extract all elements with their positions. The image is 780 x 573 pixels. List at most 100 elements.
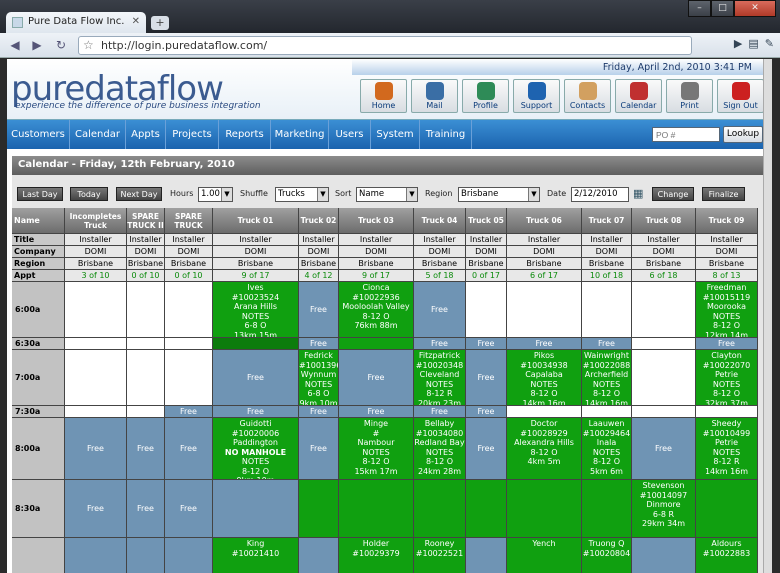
region-select[interactable]: Brisbane ▼ xyxy=(458,187,540,202)
booked-slot[interactable] xyxy=(213,338,299,350)
calendar-picker-icon[interactable]: ▦ xyxy=(633,187,643,200)
appointment-card[interactable]: Yench xyxy=(507,538,582,573)
booked-slot[interactable] xyxy=(466,480,507,538)
appointment-card[interactable]: Clayton #10022070 Petrie NOTES 8-12 O 32km 37… xyxy=(696,350,758,406)
browser-tab[interactable]: Pure Data Flow Inc. ✕ xyxy=(6,12,146,33)
free-slot[interactable]: Free xyxy=(632,418,696,480)
booked-slot[interactable] xyxy=(339,480,414,538)
free-slot[interactable]: Free xyxy=(339,406,414,418)
column-name[interactable]: Incompletes Truck xyxy=(65,208,127,234)
free-slot[interactable]: Free xyxy=(696,338,758,350)
appointment-card[interactable]: Bellaby #10034080 Redland Bay NOTES 8-12 O 24… xyxy=(414,418,466,480)
free-slot[interactable]: Free xyxy=(299,406,339,418)
empty-slot[interactable] xyxy=(65,282,127,338)
empty-slot[interactable] xyxy=(65,338,127,350)
booked-slot[interactable] xyxy=(414,480,466,538)
booked-slot[interactable] xyxy=(582,480,632,538)
free-slot[interactable]: Free xyxy=(299,418,339,480)
column-name[interactable]: SPARE TRUCK II xyxy=(127,208,165,234)
new-tab-button[interactable]: + xyxy=(151,16,169,30)
empty-slot[interactable] xyxy=(466,282,507,338)
shuffle-select[interactable]: Trucks ▼ xyxy=(275,187,329,202)
next-day-button[interactable]: Next Day xyxy=(116,187,162,201)
nav-item-projects[interactable]: Projects xyxy=(166,120,219,149)
appointment-card[interactable]: Sheedy #10010499 Petrie NOTES 8-12 R 14km 16m xyxy=(696,418,758,480)
empty-slot[interactable] xyxy=(507,406,582,418)
free-slot[interactable]: Free xyxy=(127,480,165,538)
go-icon[interactable]: ▶ xyxy=(734,37,742,50)
free-slot[interactable]: Free xyxy=(466,338,507,350)
minimize-button[interactable]: – xyxy=(688,0,711,17)
free-slot[interactable]: Free xyxy=(165,406,213,418)
empty-slot[interactable] xyxy=(127,282,165,338)
free-slot[interactable]: Free xyxy=(507,338,582,350)
booked-slot[interactable] xyxy=(696,480,758,538)
sort-select[interactable]: Name ▼ xyxy=(356,187,418,202)
free-slot[interactable]: Free xyxy=(165,418,213,480)
po-search-input[interactable] xyxy=(652,127,720,142)
free-slot[interactable]: Free xyxy=(466,418,507,480)
empty-slot[interactable] xyxy=(165,350,213,406)
free-slot[interactable]: Free xyxy=(414,282,466,338)
page-menu-icon[interactable]: ▤ xyxy=(748,37,758,50)
empty-slot[interactable] xyxy=(65,350,127,406)
appointment-card[interactable]: Holder #10029379 xyxy=(339,538,414,573)
column-name[interactable]: SPARE TRUCK xyxy=(165,208,213,234)
appointment-card[interactable]: Guidotti #10020006 Paddington NO MANHOLE NOT… xyxy=(213,418,299,480)
empty-slot[interactable] xyxy=(65,406,127,418)
appointment-card[interactable]: Wainwright #10022088 Archerfield NOTES 8-12 … xyxy=(582,350,632,406)
appointment-card[interactable]: Fitzpatrick #10020348 Cleveland NOTES 8-12 R… xyxy=(414,350,466,406)
free-slot[interactable]: Free xyxy=(127,418,165,480)
back-icon[interactable]: ◀ xyxy=(6,37,24,54)
page-scrollbar[interactable] xyxy=(763,59,772,573)
column-name[interactable]: Truck 02 xyxy=(299,208,339,234)
nav-item-training[interactable]: Training xyxy=(420,120,472,149)
column-name[interactable]: Truck 04 xyxy=(414,208,466,234)
finalize-button[interactable]: Finalize xyxy=(702,187,745,201)
free-slot[interactable]: Free xyxy=(213,406,299,418)
last-day-button[interactable]: Last Day xyxy=(17,187,63,201)
column-name[interactable]: Truck 09 xyxy=(696,208,758,234)
print-button[interactable]: Print xyxy=(666,79,713,113)
column-name[interactable]: Truck 01 xyxy=(213,208,299,234)
sign-out-button[interactable]: Sign Out xyxy=(717,79,764,113)
empty-slot[interactable] xyxy=(696,406,758,418)
empty-slot[interactable] xyxy=(582,282,632,338)
nav-item-calendar[interactable]: Calendar xyxy=(70,120,126,149)
free-slot[interactable]: Free xyxy=(65,418,127,480)
free-slot[interactable]: Free xyxy=(414,338,466,350)
nav-item-customers[interactable]: Customers xyxy=(7,120,70,149)
change-button[interactable]: Change xyxy=(652,187,694,201)
appointment-card[interactable]: Freedman #10015119 Moorooka NOTES 8-12 O 12km… xyxy=(696,282,758,338)
close-window-button[interactable]: ✕ xyxy=(734,0,776,17)
today-button[interactable]: Today xyxy=(70,187,108,201)
column-name[interactable]: Truck 07 xyxy=(582,208,632,234)
column-name[interactable]: Truck 06 xyxy=(507,208,582,234)
empty-slot[interactable] xyxy=(632,282,696,338)
column-name[interactable]: Truck 03 xyxy=(339,208,414,234)
nav-item-users[interactable]: Users xyxy=(329,120,371,149)
free-slot[interactable]: Free xyxy=(582,338,632,350)
free-slot[interactable]: Free xyxy=(466,406,507,418)
booked-slot[interactable] xyxy=(339,338,414,350)
nav-item-appts[interactable]: Appts xyxy=(126,120,166,149)
maximize-button[interactable]: □ xyxy=(711,0,734,17)
column-name[interactable]: Truck 08 xyxy=(632,208,696,234)
empty-slot[interactable] xyxy=(127,350,165,406)
booked-slot[interactable] xyxy=(299,480,339,538)
free-slot[interactable]: Free xyxy=(299,282,339,338)
empty-slot[interactable] xyxy=(127,338,165,350)
appointment-card[interactable]: Pikos #10034938 Capalaba NOTES 8-12 O 14km 16… xyxy=(507,350,582,406)
free-slot[interactable]: Free xyxy=(165,480,213,538)
column-name[interactable]: Truck 05 xyxy=(466,208,507,234)
calendar-button[interactable]: Calendar xyxy=(615,79,662,113)
bookmark-star-icon[interactable]: ☆ xyxy=(83,38,94,52)
home-button[interactable]: Home xyxy=(360,79,407,113)
empty-slot[interactable] xyxy=(507,282,582,338)
appointment-card[interactable]: Doctor #10028929 Alexandra Hills 8-12 O 4km … xyxy=(507,418,582,480)
appointment-card[interactable]: Ives #10023524 Arana Hills NOTES 6-8 O 13km 1… xyxy=(213,282,299,338)
tab-close-icon[interactable]: ✕ xyxy=(132,16,140,27)
forward-icon[interactable]: ▶ xyxy=(28,37,46,54)
free-slot[interactable]: Free xyxy=(414,406,466,418)
appointment-card[interactable]: Truong Q #10020804 xyxy=(582,538,632,573)
